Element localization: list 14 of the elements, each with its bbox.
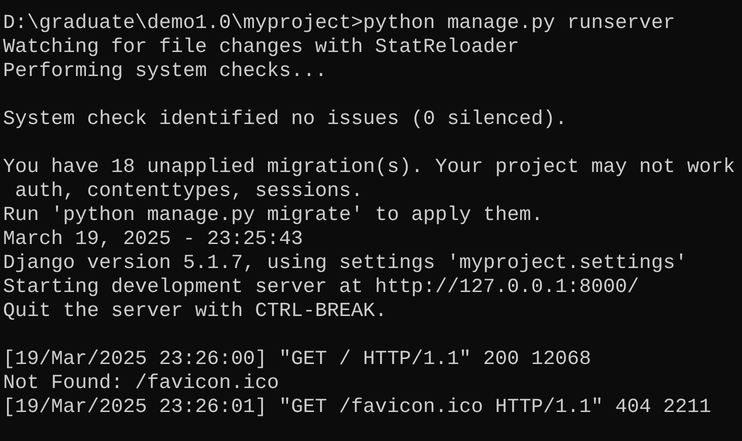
console-line: auth, contenttypes, sessions. <box>14 180 364 204</box>
console-line: Performing system checks... <box>3 60 328 84</box>
console-line: [19/Mar/2025 23:26:00] "GET / HTTP/1.1" 200 12068 <box>3 348 592 372</box>
console-line: Not Found: /favicon.ico <box>3 372 280 396</box>
console-line: [19/Mar/2025 23:26:01] "GET /favicon.ico HTTP/1.1" 404 2211 <box>3 396 712 420</box>
console-line: D:\graduate\demo1.0\myproject>python manage.py runserver <box>3 12 676 36</box>
console-line: Django version 5.1.7, using settings 'myproject.settings' <box>3 252 688 276</box>
console-line: Run 'python manage.py migrate' to apply them. <box>3 204 544 228</box>
console-line: Watching for file changes with StatReloader <box>3 36 520 60</box>
console-line: You have 18 unapplied migration(s). Your project may not work <box>3 156 736 180</box>
console-line: Quit the server with CTRL-BREAK. <box>3 300 388 324</box>
console-line: March 19, 2025 - 23:25:43 <box>3 228 304 252</box>
console-line: System check identified no issues (0 silenced). <box>3 108 568 132</box>
console-line: Starting development server at http://127.0.0.1:8000/ <box>3 276 640 300</box>
